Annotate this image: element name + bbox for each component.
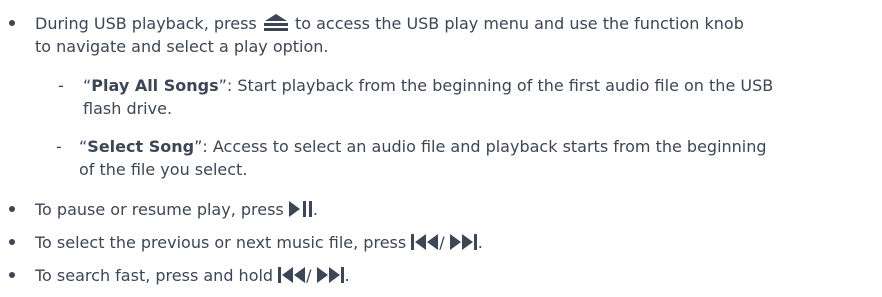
bullet-dot (9, 239, 15, 245)
pause-resume-text: To pause or resume play, press . (35, 200, 318, 219)
dash: - (58, 76, 64, 95)
manual-excerpt: During USB playback, press to access the… (0, 0, 882, 297)
select-song-line2: of the file you select. (79, 160, 248, 179)
select-song-label: Select Song (87, 137, 195, 156)
previous-track-icon (278, 266, 306, 283)
usb-menu-text-line1: During USB playback, press to access the… (35, 13, 744, 33)
play-all-songs-label: Play All Songs (91, 76, 219, 95)
prev-next-text: To select the previous or next music fil… (35, 233, 483, 252)
dash: - (56, 137, 62, 156)
select-song-line1: “Select Song”: Access to select an audio… (79, 137, 767, 156)
bullet-dot (9, 20, 15, 26)
usb-menu-text-line2: to navigate and select a play option. (35, 37, 329, 56)
previous-track-icon (411, 233, 439, 250)
next-track-icon (316, 266, 345, 283)
bullet-dot (9, 272, 15, 278)
play-all-songs-line1: “Play All Songs”: Start playback from th… (83, 76, 774, 95)
search-fast-text: To search fast, press and hold / . (35, 266, 350, 285)
play-pause-icon (288, 200, 313, 217)
next-track-icon (449, 233, 478, 250)
menu-icon (262, 13, 290, 32)
play-all-songs-line2: flash drive. (83, 99, 173, 118)
bullet-dot (9, 206, 15, 212)
